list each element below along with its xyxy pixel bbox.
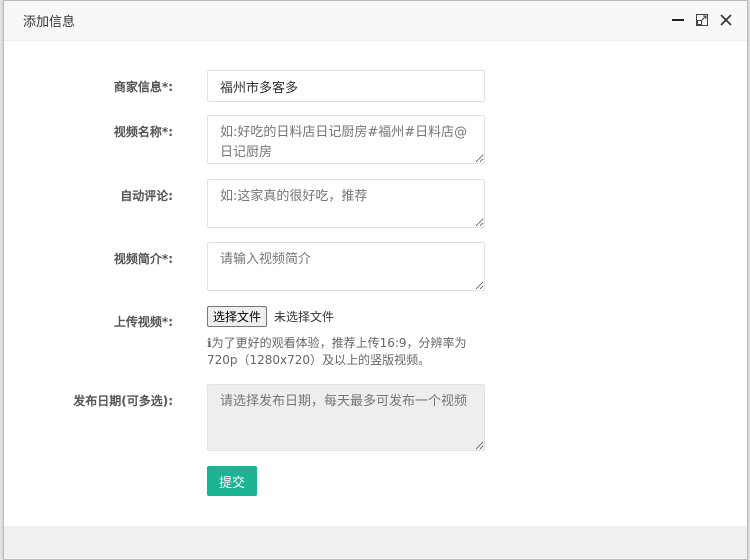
close-icon[interactable] <box>719 13 733 27</box>
dialog-titlebar: 添加信息 <box>4 1 747 41</box>
merchant-label: 商家信息*: <box>113 80 173 94</box>
intro-input[interactable] <box>207 242 485 291</box>
maximize-icon[interactable] <box>695 13 709 27</box>
dialog-title: 添加信息 <box>23 15 76 30</box>
file-status: 未选择文件 <box>274 310 335 324</box>
auto-comment-label: 自动评论: <box>120 189 173 203</box>
choose-file-button[interactable]: 选择文件 <box>207 306 268 327</box>
publish-date-input[interactable] <box>207 384 485 451</box>
publish-date-label: 发布日期(可多选): <box>73 394 173 408</box>
video-name-input[interactable] <box>207 115 485 164</box>
video-name-label: 视频名称*: <box>113 125 173 139</box>
add-info-dialog: 添加信息 商家信息*: 视频名称*: 自动评论: 视频简介*: 上传视频*: 选… <box>3 0 748 560</box>
submit-button[interactable]: 提交 <box>207 466 257 496</box>
intro-label: 视频简介*: <box>113 252 173 266</box>
dialog-footer <box>4 526 747 559</box>
upload-hint: ℹ为了更好的观看体验，推荐上传16:9，分辨率为720p（1280x720）及以… <box>207 336 467 367</box>
merchant-input[interactable] <box>207 70 485 102</box>
auto-comment-input[interactable] <box>207 179 485 228</box>
upload-label: 上传视频*: <box>113 315 173 329</box>
minimize-icon[interactable] <box>671 13 685 27</box>
